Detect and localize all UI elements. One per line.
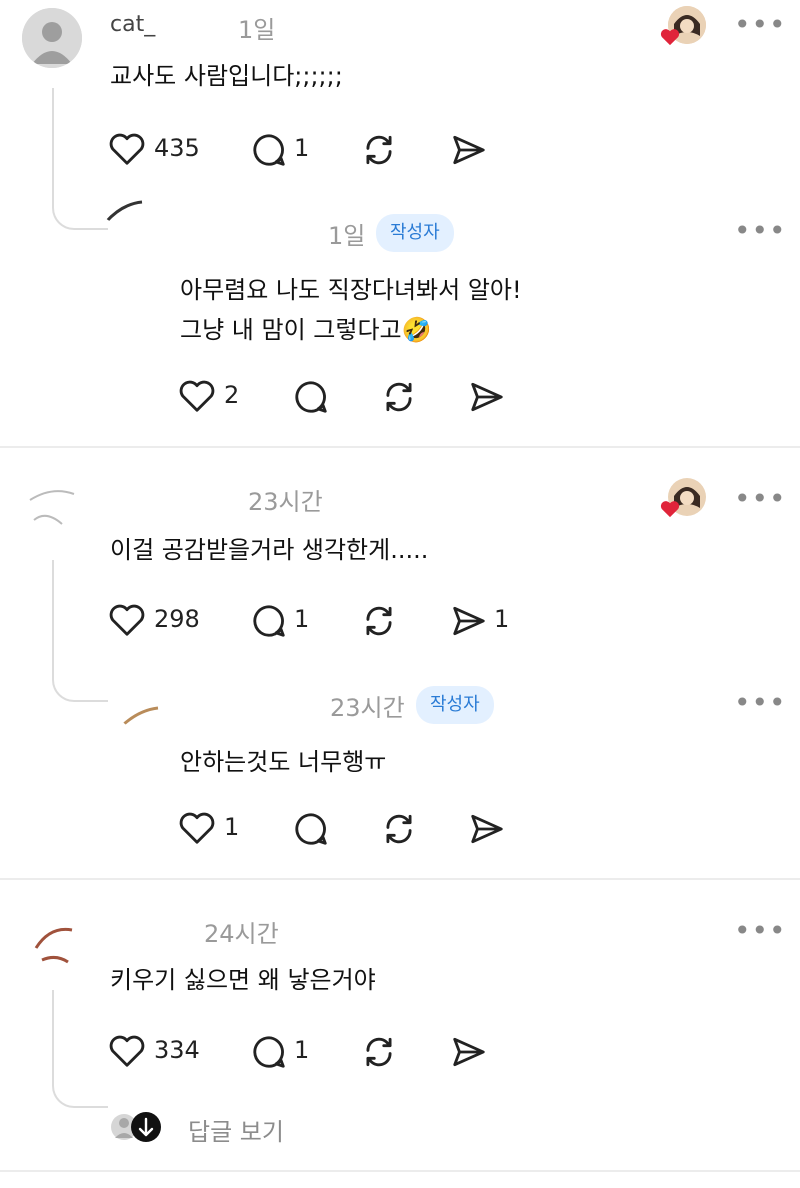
- timestamp: 24시간: [204, 920, 279, 948]
- share-send-icon[interactable]: [468, 378, 506, 416]
- timestamp: 1일: [238, 16, 276, 44]
- more-options-button[interactable]: •••: [734, 686, 787, 719]
- avatar-partial-icon: [123, 706, 159, 726]
- more-options-button[interactable]: •••: [734, 482, 787, 515]
- like-count: 435: [154, 134, 200, 162]
- reply-avatar[interactable]: [102, 196, 162, 226]
- view-replies-link[interactable]: 답글 보기: [188, 1112, 284, 1147]
- reply-count: 1: [294, 1036, 310, 1064]
- avatar[interactable]: [22, 8, 82, 68]
- reply-count: 1: [294, 605, 310, 633]
- more-options-button[interactable]: •••: [734, 914, 787, 947]
- reply-bubble-icon[interactable]: [292, 378, 330, 416]
- like-count: 334: [154, 1036, 200, 1064]
- like-heart-icon[interactable]: [108, 1033, 146, 1069]
- comment-text: 키우기 싫으면 왜 낳은거야: [110, 966, 376, 994]
- like-heart-icon[interactable]: [178, 378, 216, 414]
- like-heart-icon[interactable]: [108, 131, 146, 167]
- reply-bubble-icon[interactable]: [292, 810, 330, 848]
- like-count: 1: [224, 813, 240, 841]
- thread-connector: [52, 88, 108, 230]
- repost-icon[interactable]: [360, 602, 398, 640]
- reply-avatar[interactable]: [120, 700, 170, 730]
- reply-timestamp: 1일: [328, 222, 366, 250]
- share-count: 1: [494, 605, 510, 633]
- liked-heart-icon: [660, 29, 680, 46]
- divider: [0, 878, 800, 880]
- repost-icon[interactable]: [360, 1033, 398, 1071]
- author-badge: 작성자: [376, 214, 454, 252]
- share-send-icon[interactable]: [450, 1033, 488, 1071]
- thread-connector: [52, 560, 108, 702]
- reply-text-line: 아무렴요 나도 직장다녀봐서 알아!: [180, 276, 522, 304]
- reply-avatar-stack-icon[interactable]: [108, 1110, 164, 1144]
- username[interactable]: cat_: [110, 12, 155, 37]
- avatar-sketch-icon: [29, 490, 75, 525]
- repost-icon[interactable]: [380, 810, 418, 848]
- share-send-icon[interactable]: [450, 131, 488, 169]
- comment-text: 이걸 공감받을거라 생각한게.....: [110, 536, 429, 564]
- like-count: 2: [224, 381, 240, 409]
- avatar[interactable]: [22, 480, 82, 540]
- repost-icon[interactable]: [360, 131, 398, 169]
- thread-connector: [52, 990, 108, 1108]
- avatar-sketch-icon: [34, 927, 73, 964]
- reply-text-line: 안하는것도 너무행ㅠ: [180, 748, 387, 776]
- like-count: 298: [154, 605, 200, 633]
- more-options-button[interactable]: •••: [734, 214, 787, 247]
- like-heart-icon[interactable]: [178, 810, 216, 846]
- reply-bubble-icon[interactable]: [250, 602, 288, 640]
- divider: [0, 446, 800, 448]
- avatar[interactable]: [22, 910, 82, 970]
- reply-timestamp: 23시간: [330, 694, 405, 722]
- divider: [0, 1170, 800, 1172]
- avatar-partial-icon: [104, 200, 143, 224]
- more-options-button[interactable]: •••: [734, 8, 787, 41]
- reply-bubble-icon[interactable]: [250, 131, 288, 169]
- reply-bubble-icon[interactable]: [250, 1033, 288, 1071]
- share-send-icon[interactable]: [468, 810, 506, 848]
- reply-text-line: 그냥 내 맘이 그렇다고🤣: [180, 316, 432, 344]
- reply-count: 1: [294, 134, 310, 162]
- comment-text: 교사도 사람입니다;;;;;;: [110, 62, 343, 90]
- author-badge: 작성자: [416, 686, 494, 724]
- share-send-icon[interactable]: [450, 602, 488, 640]
- repost-icon[interactable]: [380, 378, 418, 416]
- liked-heart-icon: [660, 501, 680, 518]
- like-heart-icon[interactable]: [108, 602, 146, 638]
- default-avatar-icon: [22, 8, 82, 68]
- timestamp: 23시간: [248, 488, 323, 516]
